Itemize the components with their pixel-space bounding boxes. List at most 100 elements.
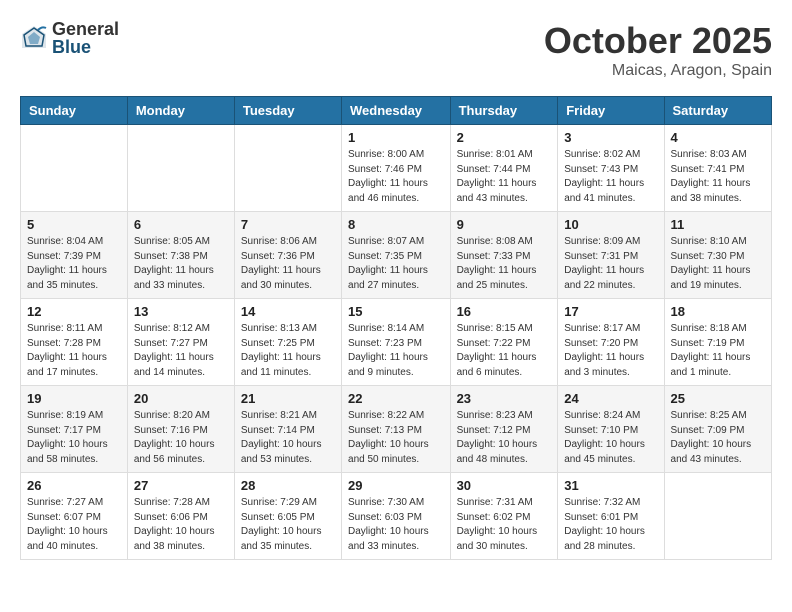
day-info: Sunrise: 8:18 AM Sunset: 7:19 PM Dayligh… (671, 322, 765, 380)
day-number: 21 (241, 391, 335, 406)
day-info: Sunrise: 8:04 AM Sunset: 7:39 PM Dayligh… (27, 235, 121, 293)
page-header: General Blue October 2025 Maicas, Aragon… (20, 20, 772, 80)
day-info: Sunrise: 7:28 AM Sunset: 6:06 PM Dayligh… (134, 496, 228, 554)
header-sunday: Sunday (21, 97, 128, 125)
day-info: Sunrise: 8:17 AM Sunset: 7:20 PM Dayligh… (564, 322, 657, 380)
day-number: 1 (348, 130, 444, 145)
day-info: Sunrise: 8:03 AM Sunset: 7:41 PM Dayligh… (671, 148, 765, 206)
header-monday: Monday (127, 97, 234, 125)
day-number: 30 (457, 478, 552, 493)
header-row: SundayMondayTuesdayWednesdayThursdayFrid… (21, 97, 772, 125)
day-info: Sunrise: 7:32 AM Sunset: 6:01 PM Dayligh… (564, 496, 657, 554)
week-row-3: 12Sunrise: 8:11 AM Sunset: 7:28 PM Dayli… (21, 299, 772, 386)
day-info: Sunrise: 8:20 AM Sunset: 7:16 PM Dayligh… (134, 409, 228, 467)
day-number: 25 (671, 391, 765, 406)
day-cell: 19Sunrise: 8:19 AM Sunset: 7:17 PM Dayli… (21, 386, 128, 473)
day-cell: 15 Sunrise: 8:14 AM Sunset: 7:23 PM Dayli… (342, 299, 451, 386)
day-number: 14 (241, 304, 335, 319)
day-info: Sunrise: 7:31 AM Sunset: 6:02 PM Dayligh… (457, 496, 552, 554)
day-number: 2 (457, 130, 552, 145)
day-cell: 25 Sunrise: 8:25 AM Sunset: 7:09 PM Dayli… (664, 386, 771, 473)
day-number: 8 (348, 217, 444, 232)
day-number: 29 (348, 478, 444, 493)
day-cell: 9 Sunrise: 8:08 AM Sunset: 7:33 PM Daylig… (450, 212, 558, 299)
day-number: 17 (564, 304, 657, 319)
calendar-body: 1Sunrise: 8:00 AM Sunset: 7:46 PM Daylig… (21, 125, 772, 560)
day-number: 18 (671, 304, 765, 319)
day-cell (127, 125, 234, 212)
day-info: Sunrise: 8:19 AM Sunset: 7:17 PM Dayligh… (27, 409, 121, 467)
day-info: Sunrise: 8:13 AM Sunset: 7:25 PM Dayligh… (241, 322, 335, 380)
day-number: 5 (27, 217, 121, 232)
day-number: 10 (564, 217, 657, 232)
day-cell: 8 Sunrise: 8:07 AM Sunset: 7:35 PM Daylig… (342, 212, 451, 299)
logo-general: General (52, 20, 119, 38)
week-row-2: 5 Sunrise: 8:04 AM Sunset: 7:39 PM Daylig… (21, 212, 772, 299)
day-number: 6 (134, 217, 228, 232)
header-saturday: Saturday (664, 97, 771, 125)
header-thursday: Thursday (450, 97, 558, 125)
day-cell: 12Sunrise: 8:11 AM Sunset: 7:28 PM Dayli… (21, 299, 128, 386)
header-wednesday: Wednesday (342, 97, 451, 125)
day-cell: 18 Sunrise: 8:18 AM Sunset: 7:19 PM Dayli… (664, 299, 771, 386)
day-info: Sunrise: 7:27 AM Sunset: 6:07 PM Dayligh… (27, 496, 121, 554)
day-cell: 26 Sunrise: 7:27 AM Sunset: 6:07 PM Dayli… (21, 473, 128, 560)
day-info: Sunrise: 8:07 AM Sunset: 7:35 PM Dayligh… (348, 235, 444, 293)
day-cell: 7Sunrise: 8:06 AM Sunset: 7:36 PM Daylig… (234, 212, 341, 299)
week-row-4: 19Sunrise: 8:19 AM Sunset: 7:17 PM Dayli… (21, 386, 772, 473)
day-cell: 30 Sunrise: 7:31 AM Sunset: 6:02 PM Dayli… (450, 473, 558, 560)
day-number: 9 (457, 217, 552, 232)
title-block: October 2025 Maicas, Aragon, Spain (544, 20, 772, 80)
day-cell (21, 125, 128, 212)
day-cell: 22 Sunrise: 8:22 AM Sunset: 7:13 PM Dayli… (342, 386, 451, 473)
day-cell: 20 Sunrise: 8:20 AM Sunset: 7:16 PM Dayli… (127, 386, 234, 473)
day-cell (664, 473, 771, 560)
day-number: 26 (27, 478, 121, 493)
location: Maicas, Aragon, Spain (544, 62, 772, 80)
day-cell: 17 Sunrise: 8:17 AM Sunset: 7:20 PM Dayli… (558, 299, 664, 386)
calendar-table: SundayMondayTuesdayWednesdayThursdayFrid… (20, 96, 772, 560)
day-number: 13 (134, 304, 228, 319)
day-cell: 3Sunrise: 8:02 AM Sunset: 7:43 PM Daylig… (558, 125, 664, 212)
day-info: Sunrise: 8:02 AM Sunset: 7:43 PM Dayligh… (564, 148, 657, 206)
day-info: Sunrise: 8:24 AM Sunset: 7:10 PM Dayligh… (564, 409, 657, 467)
day-number: 20 (134, 391, 228, 406)
day-info: Sunrise: 8:21 AM Sunset: 7:14 PM Dayligh… (241, 409, 335, 467)
logo-text: General Blue (52, 20, 119, 56)
day-cell: 31Sunrise: 7:32 AM Sunset: 6:01 PM Dayli… (558, 473, 664, 560)
day-number: 22 (348, 391, 444, 406)
day-info: Sunrise: 8:11 AM Sunset: 7:28 PM Dayligh… (27, 322, 121, 380)
day-cell: 5 Sunrise: 8:04 AM Sunset: 7:39 PM Daylig… (21, 212, 128, 299)
day-info: Sunrise: 8:09 AM Sunset: 7:31 PM Dayligh… (564, 235, 657, 293)
day-info: Sunrise: 8:08 AM Sunset: 7:33 PM Dayligh… (457, 235, 552, 293)
week-row-1: 1Sunrise: 8:00 AM Sunset: 7:46 PM Daylig… (21, 125, 772, 212)
day-cell: 28 Sunrise: 7:29 AM Sunset: 6:05 PM Dayli… (234, 473, 341, 560)
day-cell: 2 Sunrise: 8:01 AM Sunset: 7:44 PM Daylig… (450, 125, 558, 212)
day-cell: 24Sunrise: 8:24 AM Sunset: 7:10 PM Dayli… (558, 386, 664, 473)
day-number: 28 (241, 478, 335, 493)
day-info: Sunrise: 8:10 AM Sunset: 7:30 PM Dayligh… (671, 235, 765, 293)
calendar-header: SundayMondayTuesdayWednesdayThursdayFrid… (21, 97, 772, 125)
day-cell: 27Sunrise: 7:28 AM Sunset: 6:06 PM Dayli… (127, 473, 234, 560)
week-row-5: 26 Sunrise: 7:27 AM Sunset: 6:07 PM Dayli… (21, 473, 772, 560)
day-info: Sunrise: 8:15 AM Sunset: 7:22 PM Dayligh… (457, 322, 552, 380)
day-cell: 21 Sunrise: 8:21 AM Sunset: 7:14 PM Dayli… (234, 386, 341, 473)
day-info: Sunrise: 8:22 AM Sunset: 7:13 PM Dayligh… (348, 409, 444, 467)
day-info: Sunrise: 8:01 AM Sunset: 7:44 PM Dayligh… (457, 148, 552, 206)
day-info: Sunrise: 7:29 AM Sunset: 6:05 PM Dayligh… (241, 496, 335, 554)
day-info: Sunrise: 8:05 AM Sunset: 7:38 PM Dayligh… (134, 235, 228, 293)
day-cell: 23Sunrise: 8:23 AM Sunset: 7:12 PM Dayli… (450, 386, 558, 473)
logo-icon (20, 24, 48, 52)
day-cell: 1Sunrise: 8:00 AM Sunset: 7:46 PM Daylig… (342, 125, 451, 212)
logo: General Blue (20, 20, 119, 56)
day-info: Sunrise: 8:14 AM Sunset: 7:23 PM Dayligh… (348, 322, 444, 380)
day-info: Sunrise: 8:25 AM Sunset: 7:09 PM Dayligh… (671, 409, 765, 467)
day-cell: 6 Sunrise: 8:05 AM Sunset: 7:38 PM Daylig… (127, 212, 234, 299)
day-cell: 13Sunrise: 8:12 AM Sunset: 7:27 PM Dayli… (127, 299, 234, 386)
day-number: 4 (671, 130, 765, 145)
day-number: 11 (671, 217, 765, 232)
day-cell: 10 Sunrise: 8:09 AM Sunset: 7:31 PM Dayli… (558, 212, 664, 299)
logo-blue: Blue (52, 38, 119, 56)
day-number: 15 (348, 304, 444, 319)
day-cell (234, 125, 341, 212)
